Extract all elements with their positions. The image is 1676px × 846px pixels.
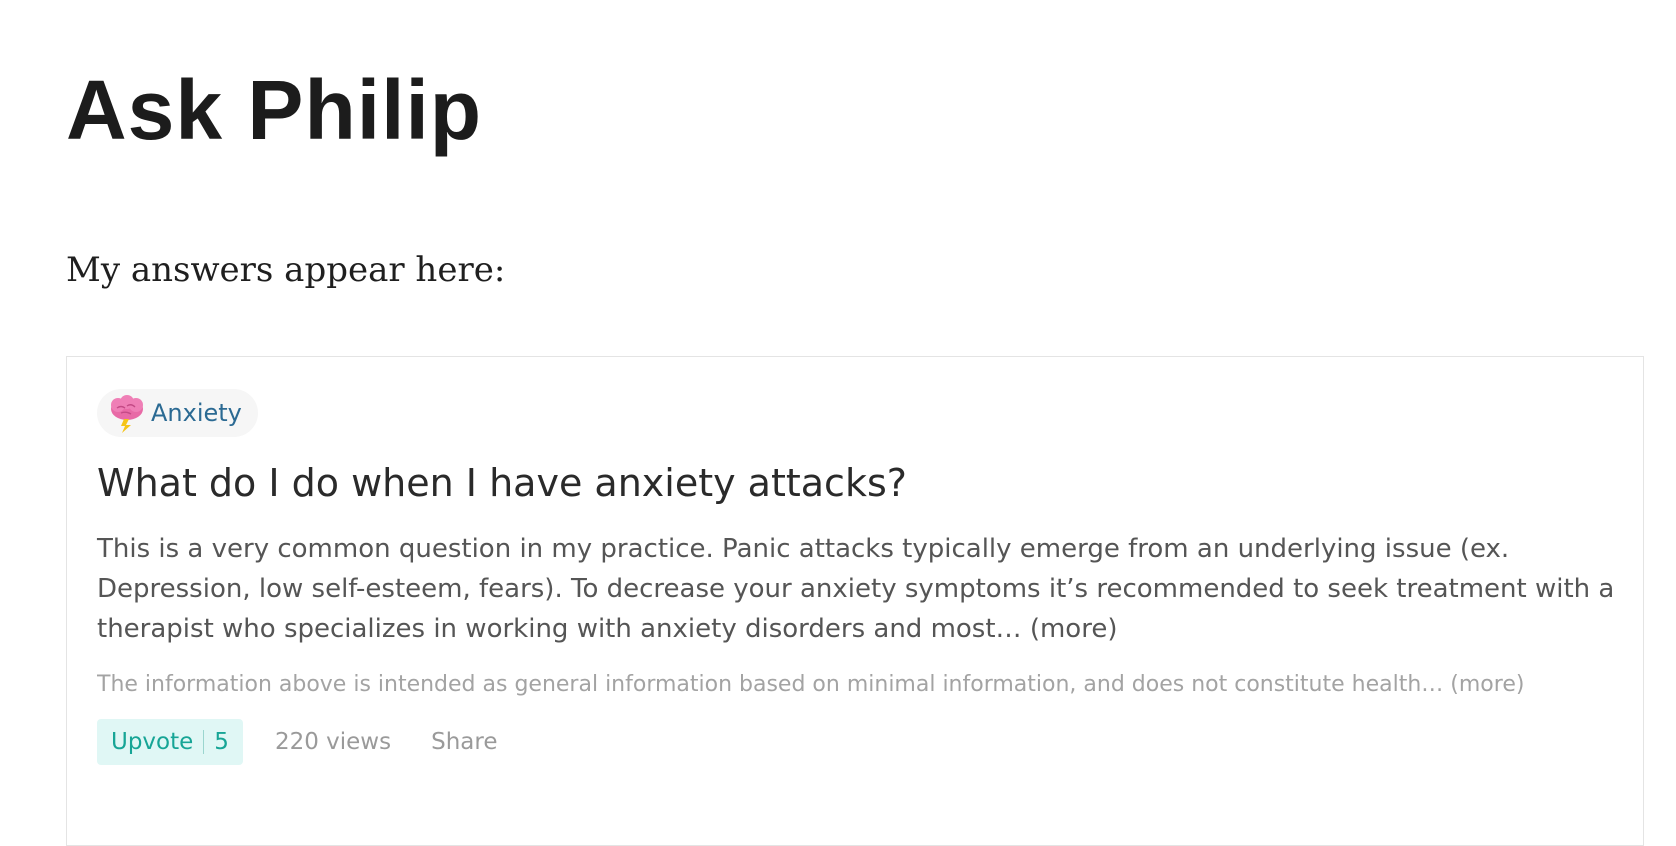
topic-label: Anxiety xyxy=(151,399,242,427)
question-title[interactable]: What do I do when I have anxiety attacks… xyxy=(97,457,907,509)
disclaimer-text: The information above is intended as gen… xyxy=(97,672,1444,697)
upvote-label: Upvote xyxy=(111,729,194,755)
answer-card: Anxiety What do I do when I have anxiety… xyxy=(66,356,1644,846)
upvote-button[interactable]: Upvote 5 xyxy=(97,719,243,765)
intro-text: My answers appear here: xyxy=(66,250,506,290)
answer-actions: Upvote 5 220 views Share xyxy=(97,719,497,765)
disclaimer-more-link[interactable]: (more) xyxy=(1450,672,1524,697)
disclaimer: The information above is intended as gen… xyxy=(97,669,1627,701)
answer-body: This is a very common question in my pra… xyxy=(97,529,1627,649)
answer-more-link[interactable]: (more) xyxy=(1030,614,1118,644)
upvote-count: 5 xyxy=(214,729,229,755)
share-button[interactable]: Share xyxy=(431,729,497,755)
answer-text: This is a very common question in my pra… xyxy=(97,534,1615,644)
view-count: 220 views xyxy=(274,729,392,755)
page-title: Ask Philip xyxy=(66,63,483,157)
topic-tag-anxiety[interactable]: Anxiety xyxy=(97,389,258,437)
brain-lightning-icon xyxy=(107,393,147,433)
upvote-divider xyxy=(203,730,205,754)
